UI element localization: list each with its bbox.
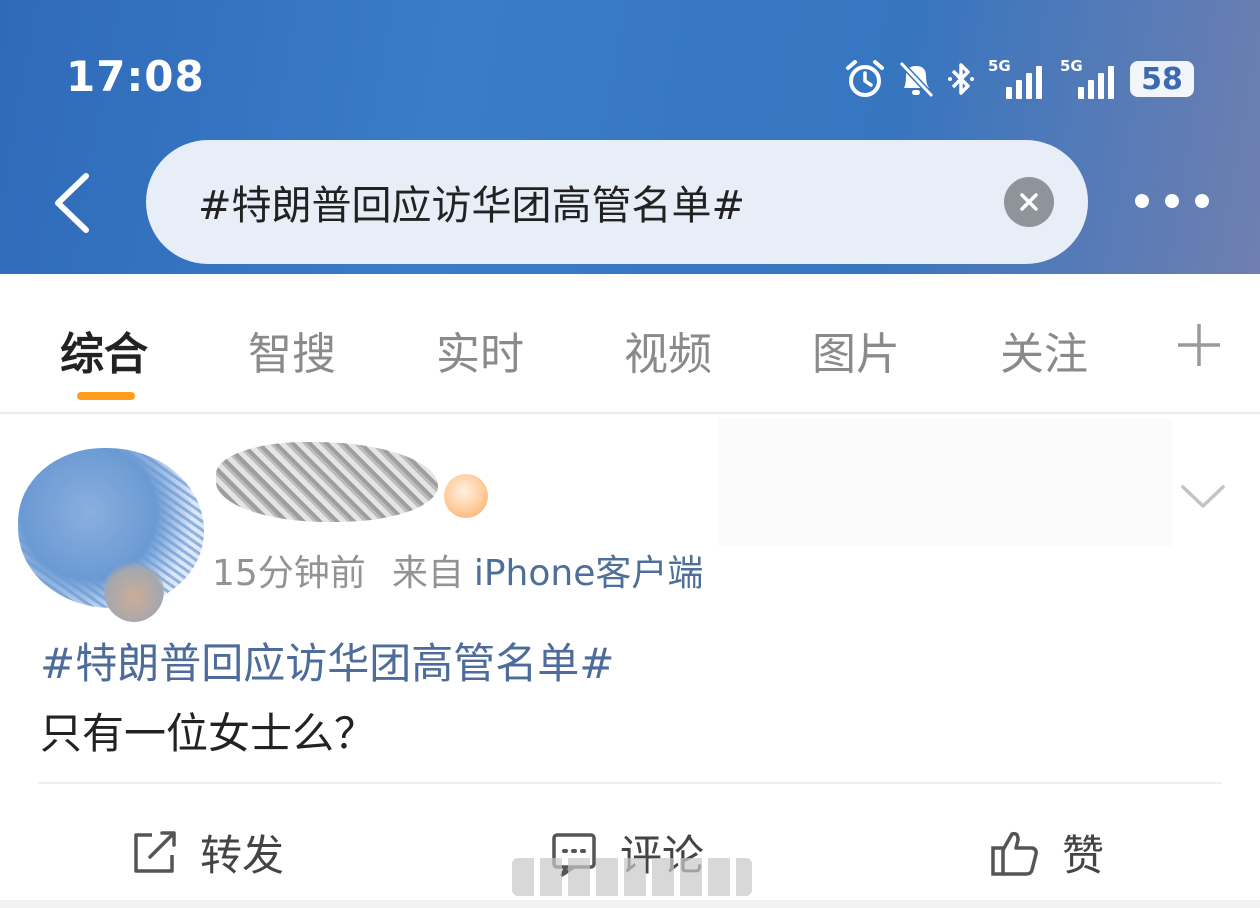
back-arrow-icon[interactable] [48, 170, 96, 236]
clear-search-button[interactable] [1004, 177, 1054, 227]
post-source-client[interactable]: iPhone客户端 [474, 553, 704, 594]
svg-text:5G: 5G [988, 57, 1011, 75]
mute-bell-icon [898, 60, 935, 99]
avatar[interactable] [18, 448, 204, 622]
bluetooth-icon [948, 63, 974, 95]
avatar-figure [104, 560, 164, 622]
post-body: 只有一位女士么？ [40, 709, 377, 758]
bottom-separator [0, 900, 1260, 908]
post-meta: 15分钟前 来自 iPhone客户端 [212, 544, 703, 596]
username-blurred[interactable] [216, 442, 438, 522]
repost-icon [134, 830, 176, 873]
search-query-text: #特朗普回应访华团高管名单# [198, 183, 746, 229]
tab-comprehensive[interactable]: 综合 [60, 318, 148, 382]
repost-label: 转发 [200, 831, 285, 880]
thumbs-up-icon [991, 831, 1038, 876]
tab-smart-search[interactable]: 智搜 [248, 318, 336, 382]
vip-badge-icon [444, 474, 488, 518]
alarm-icon [846, 60, 884, 97]
top-header: 17:08 5G 5G 58 #特朗普回应访华团高管名单# [0, 0, 1260, 274]
battery-icon: 58 [1130, 61, 1194, 97]
close-icon [1020, 193, 1038, 211]
like-label: 赞 [1062, 831, 1105, 880]
watermark [512, 858, 752, 896]
tab-realtime[interactable]: 实时 [436, 318, 524, 382]
divider [38, 782, 1222, 784]
post-hashtag[interactable]: #特朗普回应访华团高管名单# [40, 630, 614, 691]
add-tab-icon[interactable] [1176, 322, 1222, 368]
post-time: 15分钟前 [212, 553, 366, 594]
tab-bar: 综合 智搜 实时 视频 图片 关注 [0, 274, 1260, 414]
search-input[interactable]: #特朗普回应访华团高管名单# [146, 140, 1088, 264]
more-icon[interactable] [1130, 186, 1214, 216]
blank-area [718, 418, 1172, 546]
post-source-prefix: 来自 [391, 553, 464, 594]
tab-following[interactable]: 关注 [1000, 318, 1088, 382]
post-card: 15分钟前 来自 iPhone客户端 #特朗普回应访华团高管名单# 只有一位女士么？… [0, 414, 1260, 908]
signal-5g-icon: 5G [1060, 57, 1114, 99]
repost-button[interactable]: 转发 [130, 822, 284, 883]
status-icons: 5G 5G 58 [844, 56, 1194, 102]
like-button[interactable]: 赞 [990, 822, 1104, 883]
status-time: 17:08 [66, 52, 205, 101]
tab-video[interactable]: 视频 [624, 318, 712, 382]
svg-text:5G: 5G [1060, 57, 1083, 75]
signal-5g-icon: 5G [988, 57, 1042, 99]
tab-images[interactable]: 图片 [812, 318, 900, 382]
active-tab-indicator [77, 392, 135, 400]
chevron-down-icon[interactable] [1180, 484, 1226, 510]
